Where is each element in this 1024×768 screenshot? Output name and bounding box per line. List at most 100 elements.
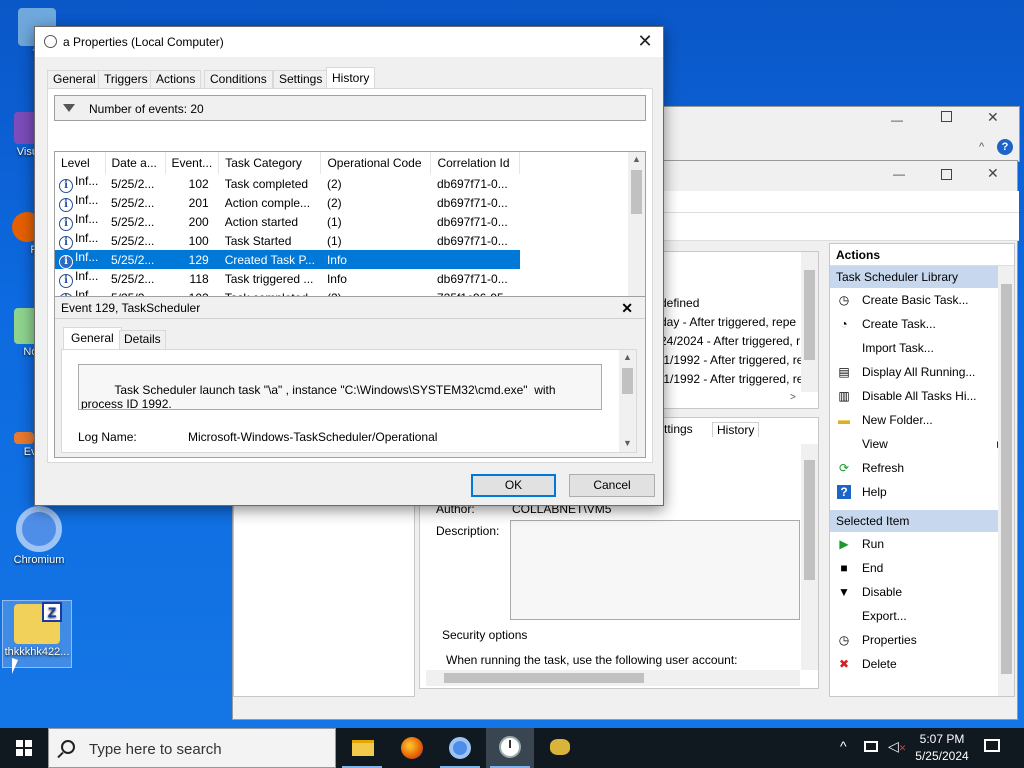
col-task-category[interactable]: Task Category <box>218 152 322 174</box>
info-icon: i <box>59 198 73 212</box>
close-icon[interactable]: ✕ <box>987 165 999 182</box>
col-level[interactable]: Level <box>55 152 106 174</box>
detail-scrollbar[interactable]: ▲ ▼ <box>619 350 636 452</box>
cell-event-id: 129 <box>165 250 219 269</box>
cell-date: 5/25/2... <box>111 195 155 210</box>
table-row[interactable]: i Inf... 5/25/2... 102 Task completed (2) db69… <box>55 174 520 193</box>
tab-general[interactable]: General <box>47 70 102 89</box>
tab-actions[interactable]: Actions <box>150 70 202 89</box>
delete-icon: ✖ <box>838 657 850 671</box>
action-display-all-running[interactable]: ▤ Display All Running... <box>830 360 1014 384</box>
actions-header: Actions <box>830 244 1014 266</box>
mouse-cursor-icon <box>12 658 18 674</box>
filter-icon[interactable] <box>63 104 75 112</box>
group-task-scheduler-library[interactable]: Task Scheduler Library▲ <box>830 266 1014 288</box>
cancel-button[interactable]: Cancel <box>569 474 655 497</box>
action-end[interactable]: ■ End <box>830 556 1014 580</box>
action-create-task[interactable]: ◔ Create Task... <box>830 312 1014 336</box>
action-create-basic-task[interactable]: ◷ Create Basic Task... <box>830 288 1014 312</box>
description-box[interactable] <box>510 520 800 620</box>
action-disable-all-tasks-hi[interactable]: ▥ Disable All Tasks Hi... <box>830 384 1014 408</box>
action-run[interactable]: ▶ Run <box>830 532 1014 556</box>
close-icon[interactable]: ✕ <box>987 109 999 126</box>
description-label: Description: <box>436 524 500 538</box>
tab-history[interactable]: History <box>712 422 760 437</box>
action-disable[interactable]: ▼ Disable <box>830 580 1014 604</box>
action-help[interactable]: ? Help <box>830 480 1014 504</box>
scroll-right-icon[interactable]: > <box>790 392 796 403</box>
details-scrollbar[interactable] <box>801 444 818 670</box>
details-h-scrollbar[interactable] <box>426 670 800 686</box>
maximize-icon[interactable] <box>941 169 952 180</box>
refresh-icon: ⟳ <box>838 461 850 475</box>
scroll-down-icon[interactable]: ▼ <box>623 438 632 448</box>
taskbar: Type here to search ^ ◁✕ 5:07 PM 5/25/20… <box>0 728 1024 768</box>
taskbar-chromium[interactable] <box>436 728 484 768</box>
table-row[interactable]: i Inf... 5/25/2... 118 Task triggered ... Inf… <box>55 269 520 288</box>
action-delete[interactable]: ✖ Delete <box>830 652 1014 676</box>
detail-tab-general[interactable]: General <box>63 327 122 349</box>
chevron-up-icon[interactable]: ^ <box>840 738 847 754</box>
cell-event-id: 201 <box>188 195 209 210</box>
event-message: Task Scheduler launch task "\a" , instan… <box>81 383 559 410</box>
taskbar-search[interactable]: Type here to search <box>48 728 336 768</box>
events-grid[interactable]: Level Date a... Event... Task Category O… <box>54 151 646 317</box>
cell-correlation-id: db697f71-0... <box>436 176 508 191</box>
tab-settings[interactable]: Settings <box>273 70 329 89</box>
action-new-folder[interactable]: ▬ New Folder... <box>830 408 1014 432</box>
action-import-task[interactable]: Import Task... <box>830 336 1014 360</box>
action-properties[interactable]: ◷ Properties <box>830 628 1014 652</box>
properties-icon: ◷ <box>838 633 850 647</box>
start-button[interactable] <box>0 728 48 768</box>
dialog-title: a Properties (Local Computer) <box>63 35 224 49</box>
actions-scrollbar[interactable] <box>998 266 1014 696</box>
help-circle-icon[interactable]: ? <box>997 139 1013 155</box>
taskbar-task-scheduler[interactable] <box>486 728 534 768</box>
scroll-up-icon[interactable]: ▲ <box>632 154 641 164</box>
action-view[interactable]: View▶ <box>830 432 1014 456</box>
notifications-icon[interactable] <box>984 739 1000 752</box>
taskbar-firefox[interactable] <box>388 728 436 768</box>
cell-level: iInf... <box>55 174 105 193</box>
cell-level: iInf... <box>55 250 105 269</box>
chevron-up-icon[interactable]: ^ <box>979 141 984 153</box>
task-list-scrollbar[interactable] <box>801 252 818 392</box>
cell-correlation-id: db697f71-0... <box>436 195 508 210</box>
clock-date[interactable]: 5/25/2024 <box>910 749 974 763</box>
minimize-icon[interactable]: — <box>891 113 903 127</box>
col-event[interactable]: Event... <box>165 152 220 174</box>
table-row[interactable]: i Inf... 5/25/2... 100 Task Started (1) db697f… <box>55 231 520 250</box>
filter-bar: Number of events: 20 <box>54 95 646 121</box>
taskbar-app-bee[interactable] <box>536 728 584 768</box>
tab-conditions[interactable]: Conditions <box>204 70 273 89</box>
volume-muted-icon[interactable]: ◁✕ <box>888 738 906 755</box>
search-placeholder: Type here to search <box>89 741 222 758</box>
action-export[interactable]: Export... <box>830 604 1014 628</box>
taskbar-file-explorer[interactable] <box>338 728 386 768</box>
table-row[interactable]: i Inf... 5/25/2... 129 Created Task P... Info <box>55 250 520 269</box>
desktop-icon-chromium[interactable]: Chromium <box>4 506 74 566</box>
close-icon[interactable]: ✕ <box>635 31 655 51</box>
table-row[interactable]: i Inf... 5/25/2... 200 Action started (1) db69… <box>55 212 520 231</box>
detail-tab-details[interactable]: Details <box>119 330 166 349</box>
col-correlation-id[interactable]: Correlation Id <box>430 152 521 174</box>
table-row[interactable]: i Inf... 5/25/2... 201 Action comple... (2) db… <box>55 193 520 212</box>
chromium-icon <box>449 737 471 759</box>
clock-time[interactable]: 5:07 PM <box>916 732 968 746</box>
col-date[interactable]: Date a... <box>105 152 166 174</box>
close-detail-icon[interactable]: ✕ <box>621 297 633 319</box>
maximize-icon[interactable] <box>941 111 952 122</box>
ok-button[interactable]: OK <box>471 474 556 497</box>
tab-triggers[interactable]: Triggers <box>98 70 154 89</box>
events-scrollbar[interactable]: ▲ ▼ <box>628 152 645 316</box>
minimize-icon[interactable]: — <box>893 167 905 181</box>
tab-settings[interactable]: ttings <box>664 422 693 436</box>
event-message-box[interactable]: Task Scheduler launch task "\a" , instan… <box>78 364 602 410</box>
action-refresh[interactable]: ⟳ Refresh <box>830 456 1014 480</box>
scroll-up-icon[interactable]: ▲ <box>623 352 632 362</box>
col-operational-code[interactable]: Operational Code <box>320 152 432 174</box>
network-icon[interactable] <box>864 741 878 752</box>
group-selected-item[interactable]: Selected Item▲ <box>830 510 1014 532</box>
tab-history[interactable]: History <box>326 67 376 89</box>
archive-folder-icon: Z <box>14 602 62 644</box>
